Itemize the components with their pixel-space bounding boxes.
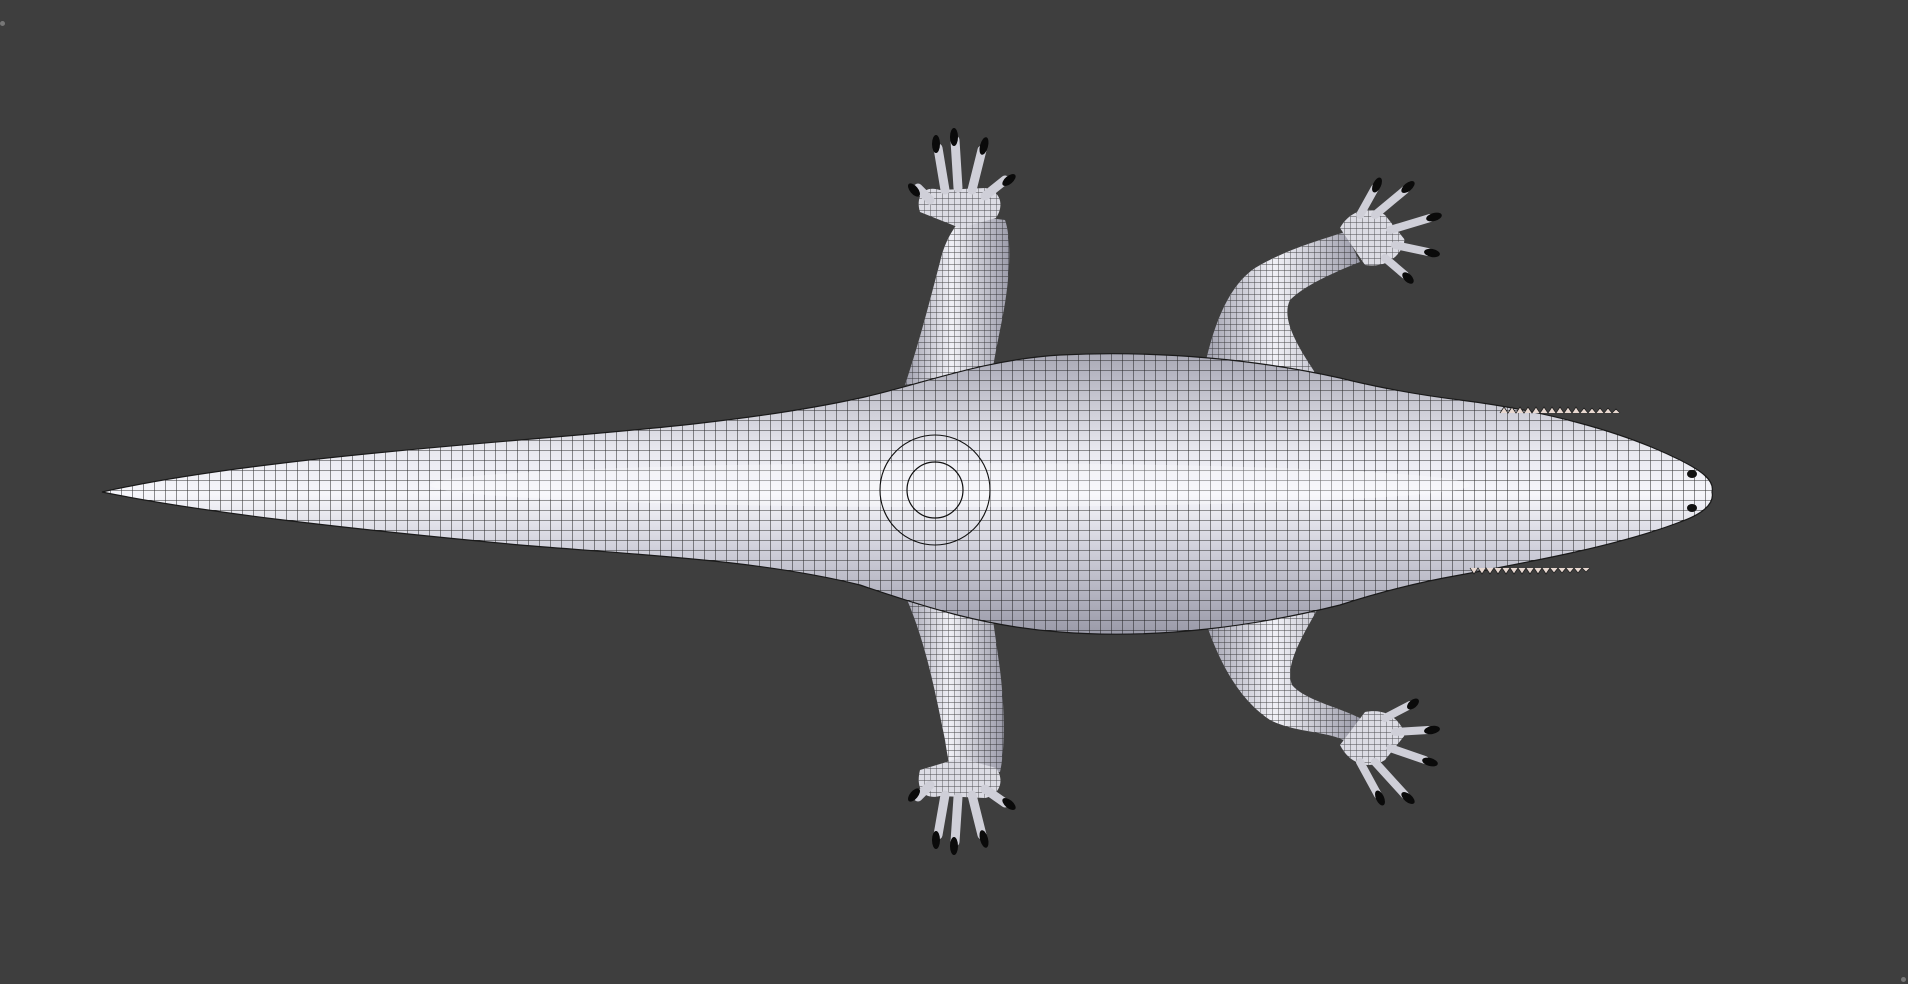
front-right-leg bbox=[1205, 209, 1405, 380]
crocodile-body bbox=[101, 353, 1713, 635]
crocodile-mesh[interactable] bbox=[0, 0, 1908, 984]
front-left-leg bbox=[905, 188, 1010, 390]
rear-left-leg bbox=[905, 595, 1004, 798]
rear-right-leg bbox=[1205, 605, 1405, 765]
3d-viewport[interactable] bbox=[0, 0, 1908, 984]
